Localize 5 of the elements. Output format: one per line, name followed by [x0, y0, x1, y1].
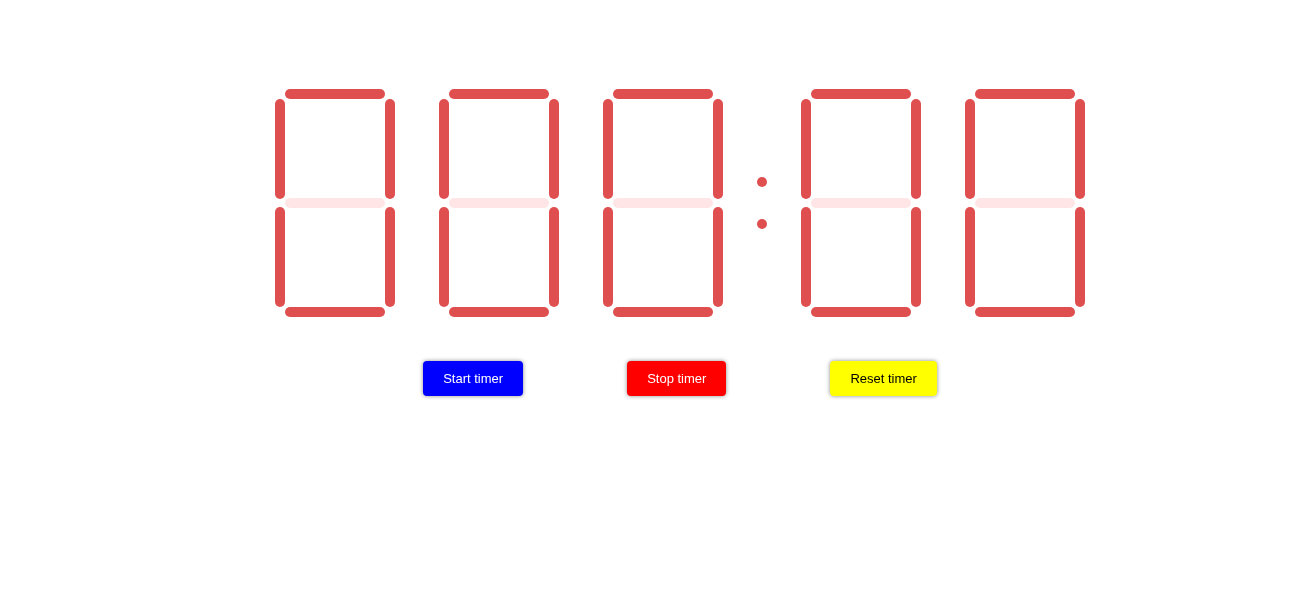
colon-dot-icon: [757, 219, 767, 229]
timer-button[interactable]: Start timer: [423, 361, 524, 396]
colon-dot-icon: [757, 177, 767, 187]
timer-button[interactable]: Reset timer: [830, 361, 937, 396]
timer-button[interactable]: Stop timer: [627, 361, 727, 396]
